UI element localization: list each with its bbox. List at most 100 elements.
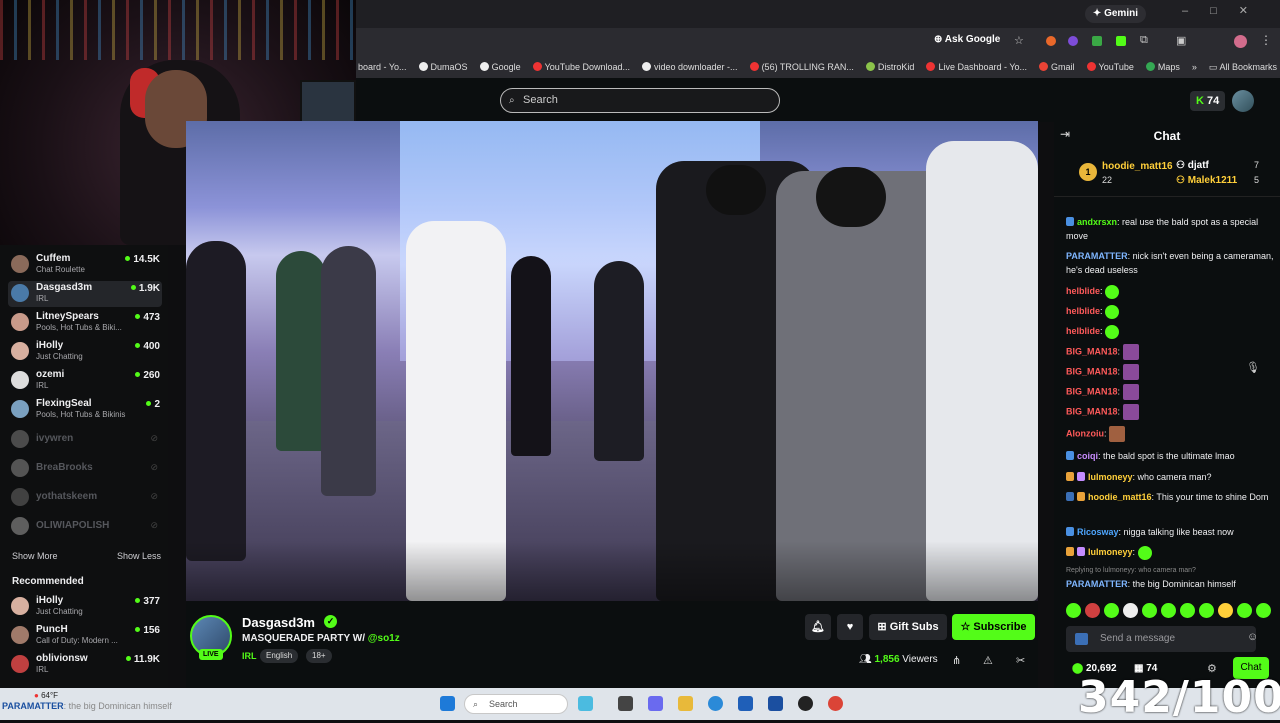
sidebar-recommended-punch[interactable]: PuncH Call of Duty: Modern ... 156 [8,623,162,649]
bookmark-item[interactable]: board - Yo... [358,62,407,72]
sidebar-recommended-iholly[interactable]: iHolly Just Chatting 377 [8,594,162,620]
bookmark-item[interactable]: DistroKid [865,62,914,72]
chat-username[interactable]: PARAMATTER [1066,579,1128,589]
outlook-icon[interactable] [738,696,753,711]
sidebar-channel-litneyspears[interactable]: LitneySpears Pools, Hot Tubs & Biki... 4… [8,310,162,336]
bookmark-item[interactable]: Gmail [1039,62,1075,72]
chat-username[interactable]: helblide [1066,286,1100,296]
file-explorer-icon[interactable] [678,696,693,711]
ask-google-button[interactable]: ⊕ Ask Google [934,34,1000,45]
chat-username[interactable]: lulmoneyy [1088,472,1133,482]
sidebar-channel-flexingseal[interactable]: FlexingSeal Pools, Hot Tubs & Bikinis 2 [8,397,162,423]
sidebar-channel-ozemi[interactable]: ozemi IRL 260 [8,368,162,394]
teams-icon[interactable] [648,696,663,711]
extension-icon[interactable] [1116,36,1126,46]
chat-username[interactable]: lulmoneyy [1088,547,1133,557]
user-avatar[interactable] [1232,90,1254,112]
bookmarks-overflow-icon[interactable]: » [1192,62,1197,72]
leader-name[interactable]: ⚇ djatf [1176,160,1209,171]
heart-icon[interactable]: ♥ [837,614,863,640]
bookmark-item[interactable]: Live Dashboard - Yo... [926,62,1027,72]
extension-icon[interactable] [1046,36,1056,46]
task-view-icon[interactable] [618,696,633,711]
taskbar-search[interactable]: ⌕ Search [464,694,568,714]
microphone-icon[interactable]: 🎙︎ [1246,361,1260,375]
stream-title-mention[interactable]: @so1z [368,633,400,644]
bookmark-item[interactable]: YouTube [1086,62,1134,72]
bookmark-item[interactable]: Maps [1145,62,1180,72]
chat-username[interactable]: andxrsxn [1077,217,1117,227]
emote-icon[interactable] [1104,603,1119,618]
all-bookmarks[interactable]: ▭ All Bookmarks [1209,62,1277,73]
star-icon[interactable]: ☆ [1014,34,1024,47]
extension-icon[interactable] [1068,36,1078,46]
app-icon[interactable] [798,696,813,711]
sidebar-channel-iholly[interactable]: iHolly Just Chatting 400 [8,339,162,365]
sidebar-channel-dasgasd3m[interactable]: Dasgasd3m IRL 1.9K [8,281,162,307]
stream-category[interactable]: IRL [242,651,257,661]
gemini-button[interactable]: ✦ Gemini [1084,5,1146,23]
show-more-button[interactable]: Show More [12,551,58,561]
share-icon[interactable]: ⋔ [952,654,961,667]
bookmark-item[interactable]: (56) TROLLING RAN... [749,62,854,72]
sidebar-channel-offline[interactable]: ivywren ⊘ [8,427,162,453]
emoji-icon[interactable]: ☺ [1247,631,1258,643]
window-controls[interactable]: –□✕ [1182,4,1270,17]
chat-username[interactable]: PARAMATTER [1066,251,1128,261]
weather-widget[interactable]: ● 64°F [34,691,58,700]
gift-subs-button[interactable]: ⊞ Gift Subs [869,614,947,640]
chat-username[interactable]: Alonzoiu [1066,428,1104,438]
tag-mature[interactable]: 18+ [306,649,332,663]
chat-username[interactable]: helblide [1066,326,1100,336]
emote-icon[interactable] [1199,603,1214,618]
emote-icon[interactable] [1180,603,1195,618]
emote-icon[interactable] [1142,603,1157,618]
emote-icon[interactable] [1123,603,1138,618]
emote-icon[interactable] [1085,603,1100,618]
bookmark-item[interactable]: DumaOS [418,62,468,72]
chat-username[interactable]: Ricosway [1077,527,1119,537]
windows-start-icon[interactable] [440,696,455,711]
chat-username[interactable]: hoodie_matt16 [1088,492,1152,502]
report-icon[interactable]: ⚠ [983,654,993,667]
chrome-icon[interactable] [828,696,843,711]
tab-search-icon[interactable]: ▣ [1176,34,1186,47]
chat-username[interactable]: BIG_MAN18 [1066,386,1118,396]
emote-icon[interactable] [1161,603,1176,618]
emote-icon[interactable] [1066,603,1081,618]
bookmark-item[interactable]: video downloader -... [642,62,738,72]
search-input[interactable]: ⌕ Search [500,88,780,113]
bookmark-item[interactable]: Google [479,62,521,72]
emote-icon[interactable] [1237,603,1252,618]
subscribe-button[interactable]: ☆ Subscribe [952,614,1035,640]
emote-icon[interactable] [1218,603,1233,618]
address-bar[interactable]: ⊕ Ask Google ☆ ⧉ ▣ ⋮ [356,28,1280,56]
puzzle-icon[interactable]: ⧉ [1140,34,1148,47]
video-player[interactable] [186,121,1038,601]
emote-icon[interactable] [1256,603,1271,618]
clip-icon[interactable]: ✂ [1016,654,1025,667]
sidebar-recommended-oblivionsw[interactable]: oblivionsw IRL 11.9K [8,652,162,678]
extension-icon[interactable] [1092,36,1102,46]
menu-icon[interactable]: ⋮ [1260,33,1272,47]
sidebar-channel-cuffem[interactable]: Cuffem Chat Roulette 14.5K [8,252,162,278]
chat-username[interactable]: coiqi [1077,451,1098,461]
chat-username[interactable]: helblide [1066,306,1100,316]
leader-name[interactable]: ⚇ Malek1211 [1176,175,1237,186]
sidebar-channel-offline[interactable]: BreaBrooks ⊘ [8,456,162,482]
sidebar-channel-offline[interactable]: OLIWIAPOLISH ⊘ [8,514,162,540]
chat-username[interactable]: BIG_MAN18 [1066,346,1118,356]
kick-points-badge[interactable]: K 74 [1190,91,1226,111]
profile-avatar-icon[interactable] [1234,35,1247,48]
chat-input[interactable]: Send a message [1066,626,1256,652]
chat-username[interactable]: BIG_MAN18 [1066,366,1118,376]
bell-icon[interactable]: 🔔︎ [805,614,831,640]
show-less-button[interactable]: Show Less [117,551,161,561]
sidebar-channel-offline[interactable]: yothatskeem ⊘ [8,485,162,511]
bookmark-item[interactable]: YouTube Download... [532,62,630,72]
edge-icon[interactable] [708,696,723,711]
leader-name[interactable]: hoodie_matt16 [1102,161,1173,172]
store-icon[interactable] [768,696,783,711]
tag-language[interactable]: English [260,649,299,663]
widgets-icon[interactable] [578,696,593,711]
